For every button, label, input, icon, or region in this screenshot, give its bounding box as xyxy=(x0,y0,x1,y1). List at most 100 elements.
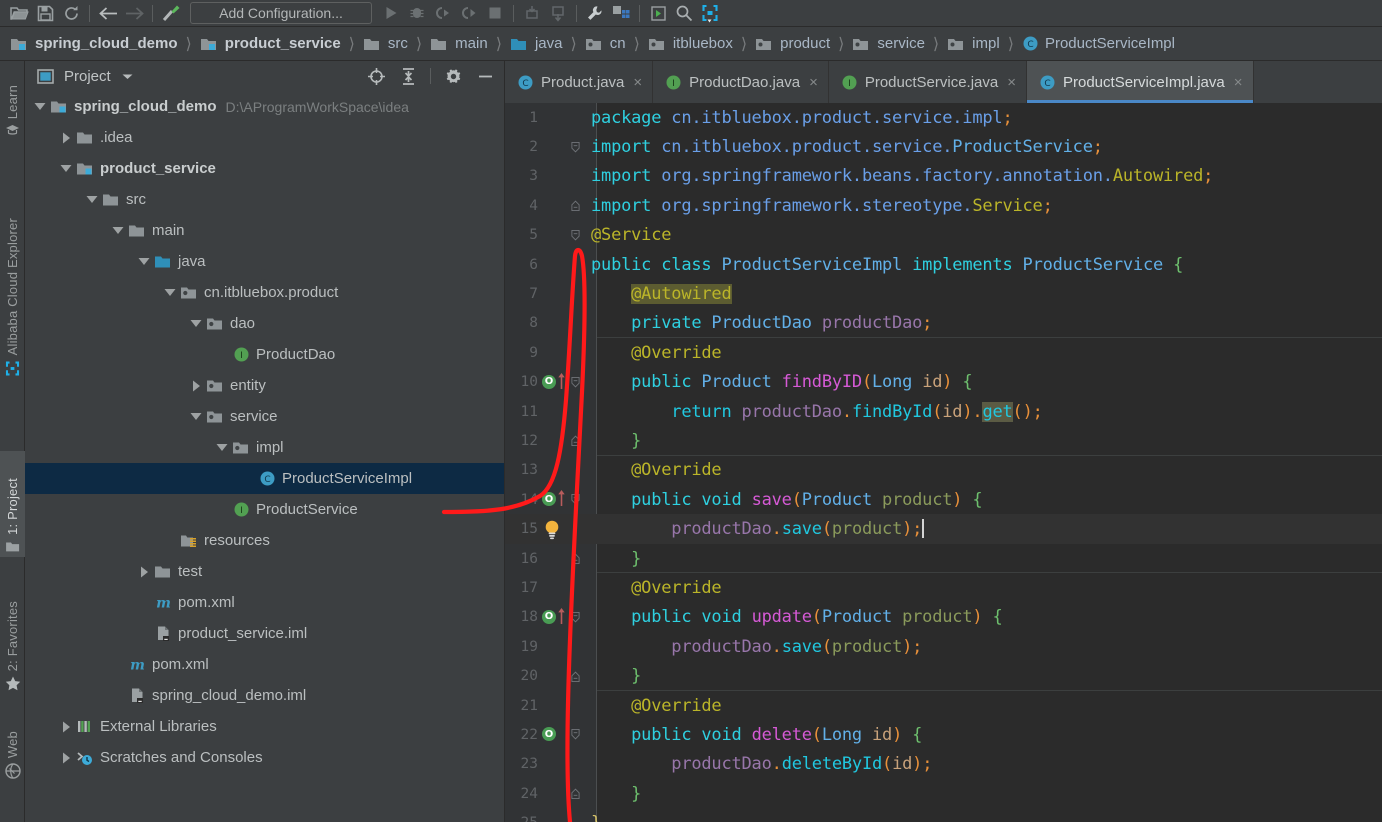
close-icon[interactable]: × xyxy=(633,74,642,91)
breadcrumb-item-ProductServiceImpl[interactable]: C ProductServiceImpl xyxy=(1022,35,1175,52)
code-line[interactable]: 19 productDao.save(product); xyxy=(505,632,1382,661)
build-icon[interactable] xyxy=(158,1,184,25)
code-line[interactable]: 17 @Override xyxy=(505,573,1382,602)
sidebar-item-learn[interactable]: Learn xyxy=(0,69,25,141)
code-line[interactable]: 12 } xyxy=(505,426,1382,456)
breadcrumb-item-spring_cloud_demo[interactable]: spring_cloud_demo xyxy=(10,35,178,52)
tree-row[interactable]: Scratches and Consoles xyxy=(25,742,504,773)
code-line[interactable]: 6 public class ProductServiceImpl impleme… xyxy=(505,250,1382,279)
code-line[interactable]: 10 O public Product findByID(Long id) { xyxy=(505,368,1382,397)
chevron-right-icon[interactable] xyxy=(57,711,75,742)
code-editor[interactable]: 1 package cn.itbluebox.product.service.im… xyxy=(505,103,1382,822)
tree-row[interactable]: cn.itbluebox.product xyxy=(25,277,504,308)
tree-row[interactable]: main xyxy=(25,215,504,246)
code-line[interactable]: 8 private ProductDao productDao; xyxy=(505,309,1382,339)
editor-tab[interactable]: C ProductServiceImpl.java × xyxy=(1027,61,1254,103)
code-line[interactable]: 5 @Service xyxy=(505,221,1382,250)
sync-icon[interactable] xyxy=(58,1,84,25)
save-all-icon[interactable] xyxy=(32,1,58,25)
tree-row[interactable]: service xyxy=(25,401,504,432)
code-line[interactable]: 16 } xyxy=(505,544,1382,574)
fold-marker-icon[interactable] xyxy=(563,779,591,808)
breadcrumb-item-product_service[interactable]: product_service xyxy=(200,35,341,52)
tree-row[interactable]: test xyxy=(25,556,504,587)
fold-marker-icon[interactable] xyxy=(563,426,591,455)
tree-row[interactable]: resources xyxy=(25,525,504,556)
tree-row[interactable]: External Libraries xyxy=(25,711,504,742)
run-configuration-selector[interactable]: Add Configuration... xyxy=(190,2,372,24)
chevron-down-icon[interactable] xyxy=(187,308,205,339)
debug-icon[interactable] xyxy=(404,1,430,25)
hide-button[interactable] xyxy=(472,64,498,88)
chevron-right-icon[interactable] xyxy=(187,370,205,401)
breadcrumb-item-java[interactable]: java xyxy=(510,35,562,52)
scroll-from-source-button[interactable] xyxy=(363,64,389,88)
editor-tab[interactable]: I ProductDao.java × xyxy=(653,61,829,103)
tree-row[interactable]: I ProductDao xyxy=(25,339,504,370)
breadcrumb-item-itbluebox[interactable]: itbluebox xyxy=(648,35,733,52)
tree-row[interactable]: C ProductServiceImpl xyxy=(25,463,504,494)
run-with-coverage-icon[interactable] xyxy=(430,1,456,25)
fold-marker-icon[interactable] xyxy=(563,544,591,573)
code-line[interactable]: 13 @Override xyxy=(505,456,1382,485)
tree-row[interactable]: java xyxy=(25,246,504,277)
tree-row[interactable]: spring_cloud_demo.iml xyxy=(25,680,504,711)
chevron-down-icon[interactable] xyxy=(109,215,127,246)
tree-row[interactable]: src xyxy=(25,184,504,215)
close-icon[interactable]: × xyxy=(809,74,818,91)
sidebar-item-favorites[interactable]: 2: Favorites xyxy=(0,567,25,695)
code-line[interactable]: 20 } xyxy=(505,661,1382,691)
code-line[interactable]: 24 } xyxy=(505,779,1382,808)
breadcrumb-item-main[interactable]: main xyxy=(430,35,488,52)
chevron-down-icon[interactable] xyxy=(31,91,49,122)
project-tree[interactable]: spring_cloud_demo D:\AProgramWorkSpace\id… xyxy=(25,91,504,822)
override-method-icon[interactable]: O xyxy=(541,368,565,397)
code-line[interactable]: 15 productDao.save(product); xyxy=(505,514,1382,544)
code-line[interactable]: 25} xyxy=(505,808,1382,822)
tree-row[interactable]: impl xyxy=(25,432,504,463)
override-method-icon[interactable]: O xyxy=(541,603,565,632)
close-icon[interactable]: × xyxy=(1234,74,1243,91)
chevron-down-icon[interactable] xyxy=(187,401,205,432)
fold-marker-icon[interactable] xyxy=(563,603,591,632)
sidebar-item-alibaba-cloud-explorer[interactable]: Alibaba Cloud Explorer xyxy=(0,151,25,381)
code-line[interactable]: 21 @Override xyxy=(505,691,1382,720)
chevron-down-icon[interactable] xyxy=(121,72,134,81)
open-project-icon[interactable] xyxy=(6,1,32,25)
chevron-right-icon[interactable] xyxy=(57,122,75,153)
chevron-down-icon[interactable] xyxy=(57,153,75,184)
tree-row[interactable]: product_service.iml xyxy=(25,618,504,649)
collapse-all-button[interactable] xyxy=(395,64,421,88)
tree-row[interactable]: product_service xyxy=(25,153,504,184)
fold-marker-icon[interactable] xyxy=(563,368,591,397)
tree-row[interactable]: entity xyxy=(25,370,504,401)
code-line[interactable]: 2 import cn.itbluebox.product.service.Pro… xyxy=(505,132,1382,161)
editor-tab[interactable]: C Product.java × xyxy=(505,61,654,103)
tree-row[interactable]: I ProductService xyxy=(25,494,504,525)
breadcrumb-item-product[interactable]: product xyxy=(755,35,830,52)
code-line[interactable]: 7 @Autowired xyxy=(505,279,1382,308)
fold-marker-icon[interactable] xyxy=(563,720,591,749)
search-everywhere-icon[interactable] xyxy=(671,1,697,25)
chevron-right-icon[interactable] xyxy=(135,556,153,587)
close-icon[interactable]: × xyxy=(1007,74,1016,91)
tree-row[interactable]: .idea xyxy=(25,122,504,153)
breadcrumb-item-src[interactable]: src xyxy=(363,35,408,52)
back-icon[interactable] xyxy=(95,1,121,25)
tree-row[interactable]: spring_cloud_demo D:\AProgramWorkSpace\id… xyxy=(25,91,504,122)
fold-marker-icon[interactable] xyxy=(563,133,591,162)
intention-bulb-icon[interactable] xyxy=(541,515,563,544)
code-line[interactable]: 18 O public void update(Product product) … xyxy=(505,603,1382,632)
override-method-icon[interactable]: O xyxy=(541,485,565,514)
forward-icon[interactable] xyxy=(121,1,147,25)
tree-row[interactable]: m pom.xml xyxy=(25,587,504,618)
override-method-icon[interactable]: O xyxy=(541,720,563,749)
code-line[interactable]: 11 return productDao.findById(id).get(); xyxy=(505,397,1382,426)
commit-icon[interactable] xyxy=(545,1,571,25)
run-anything-icon[interactable] xyxy=(645,1,671,25)
code-line[interactable]: 22 O public void delete(Long id) { xyxy=(505,720,1382,749)
code-line[interactable]: 1 package cn.itbluebox.product.service.im… xyxy=(505,103,1382,132)
code-line[interactable]: 3 import org.springframework.beans.factor… xyxy=(505,162,1382,191)
chevron-right-icon[interactable] xyxy=(57,742,75,773)
fold-marker-icon[interactable] xyxy=(563,662,591,691)
